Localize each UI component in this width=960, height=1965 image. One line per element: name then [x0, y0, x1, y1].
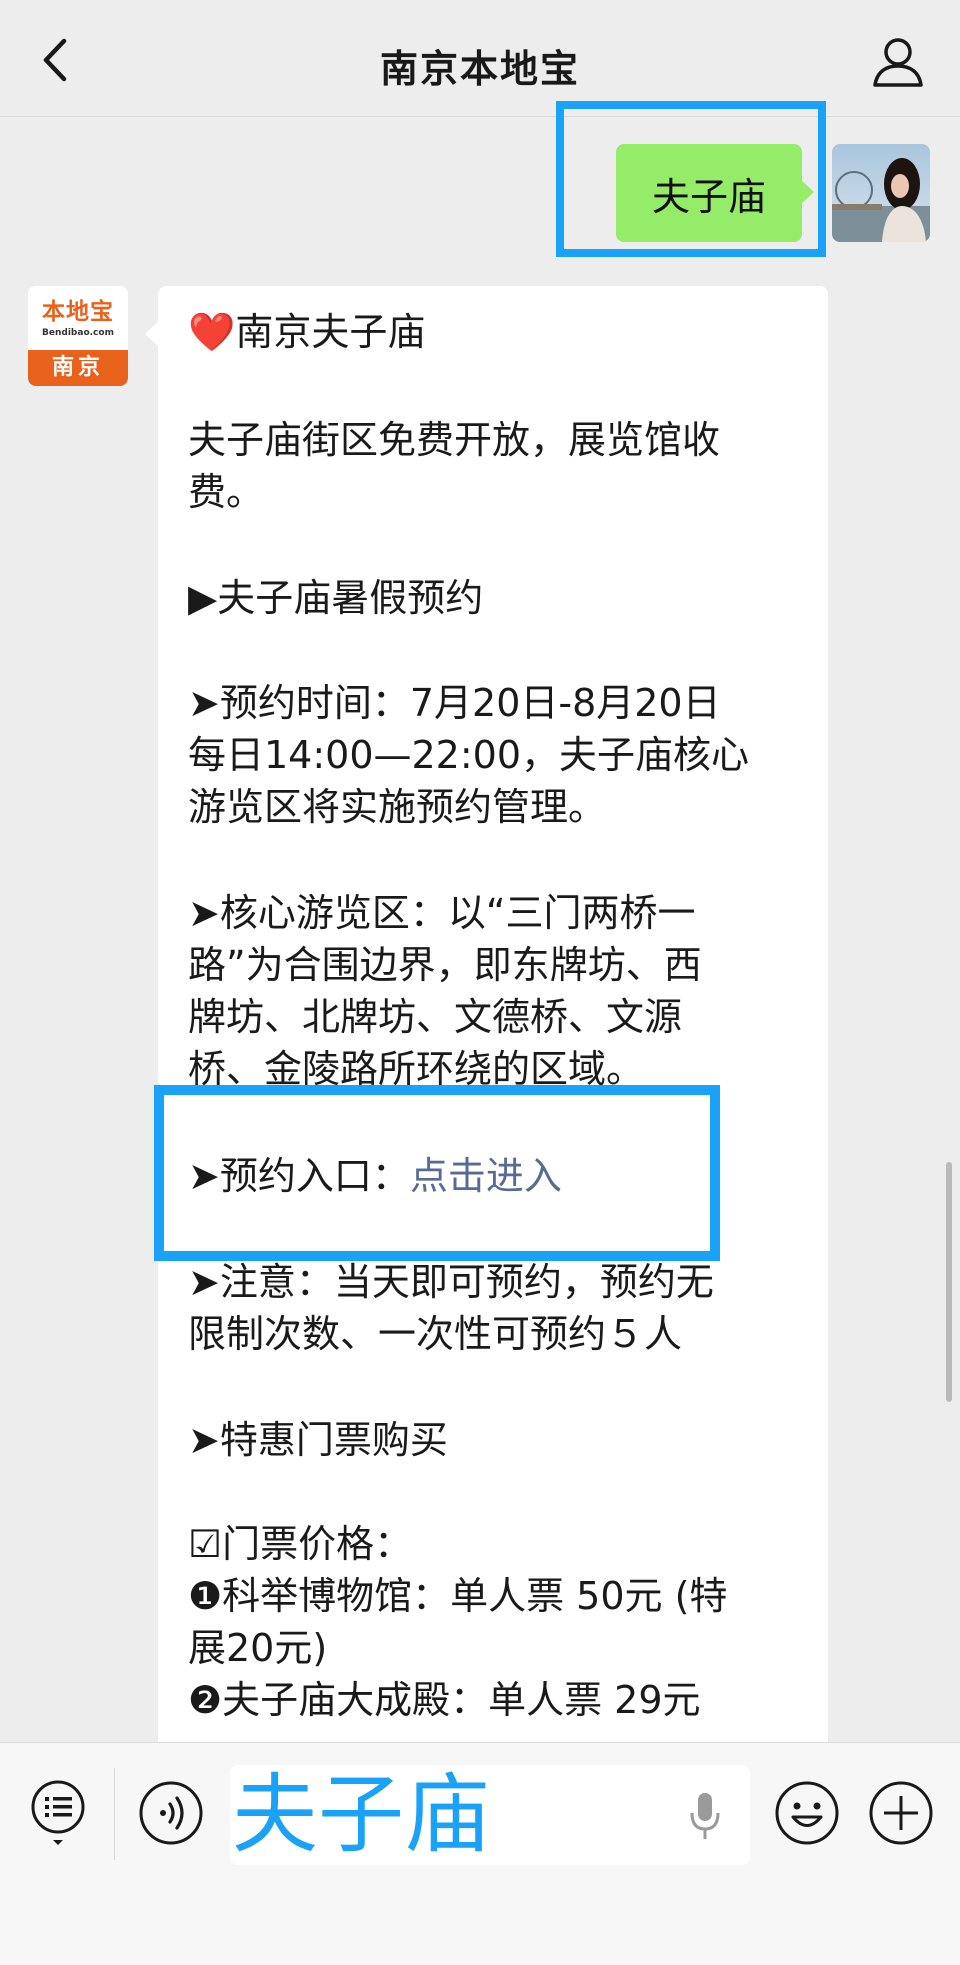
more-button[interactable] — [868, 1780, 934, 1846]
message-line: ❷夫子庙大成殿：单人票 29元 — [188, 1678, 701, 1722]
chat-title: 南京本地宝 — [379, 47, 580, 91]
avatar-city-text: 南京 — [28, 350, 128, 386]
heading-text: 南京夫子庙 — [235, 310, 426, 354]
menu-list-icon — [31, 1780, 85, 1845]
microphone-icon[interactable] — [688, 1791, 722, 1841]
avatar-site-text: Bendibao.com — [42, 328, 114, 338]
message-input-value: 夫子庙 — [232, 1765, 490, 1865]
outgoing-message-text: 夫子庙 — [651, 174, 766, 219]
back-button[interactable] — [30, 30, 80, 90]
chevron-left-icon — [43, 38, 67, 82]
emoji-button[interactable] — [774, 1780, 840, 1846]
toolbar-divider — [114, 1768, 115, 1860]
message-line: ▶夫子庙暑假预约 — [188, 576, 484, 620]
bot-avatar[interactable]: 本地宝 Bendibao.com 南京 — [28, 286, 128, 386]
message-line: 夫子庙街区免费开放，展览馆收 — [188, 418, 721, 462]
scrollbar[interactable] — [946, 1162, 952, 1402]
message-line: 路”为合围边界，即东牌坊、西 — [188, 943, 702, 987]
voice-wave-icon — [139, 1781, 203, 1845]
heart-icon: ❤️ — [188, 310, 236, 354]
avatar-brand-text: 本地宝 — [42, 299, 114, 325]
message-line: 牌坊、北牌坊、文德桥、文源 — [188, 995, 683, 1039]
chat-header: 南京本地宝 — [0, 0, 960, 117]
message-line: ➤核心游览区：以“三门两桥一 — [188, 891, 696, 935]
message-line: 展20元) — [188, 1626, 328, 1670]
message-line: ➤特惠门票购买 — [188, 1418, 448, 1462]
message-line: 限制次数、一次性可预约５人 — [188, 1312, 683, 1356]
highlight-box-entry — [154, 1085, 720, 1261]
avatar-logo-top: 本地宝 Bendibao.com — [28, 286, 128, 350]
message-input[interactable]: 夫子庙 — [230, 1765, 750, 1865]
outgoing-message-bubble[interactable]: 夫子庙 — [616, 144, 814, 242]
message-line: 每日14:00—22:00，夫子庙核心 — [188, 733, 750, 777]
message-line: 费。 — [188, 470, 265, 514]
message-line: ➤预约时间：7月20日-8月20日 — [188, 681, 721, 725]
person-icon — [873, 38, 923, 87]
voice-toggle-button[interactable] — [138, 1780, 204, 1846]
my-avatar[interactable] — [832, 144, 930, 242]
menu-button[interactable] — [28, 1778, 88, 1848]
plus-icon — [869, 1781, 933, 1845]
smile-icon — [775, 1781, 839, 1845]
message-line: 桥、金陵路所环绕的区域。 — [188, 1047, 645, 1085]
user-photo — [832, 144, 930, 242]
message-line: 游览区将实施预约管理。 — [188, 785, 607, 829]
profile-button[interactable] — [870, 34, 926, 90]
message-line: ➤注意：当天即可预约，预约无 — [188, 1260, 714, 1304]
message-heading: ❤️南京夫子庙 — [188, 306, 808, 358]
message-line: ☑门票价格： — [188, 1522, 413, 1566]
message-line: ❶科举博物馆：单人票 50元 (特 — [188, 1574, 728, 1618]
